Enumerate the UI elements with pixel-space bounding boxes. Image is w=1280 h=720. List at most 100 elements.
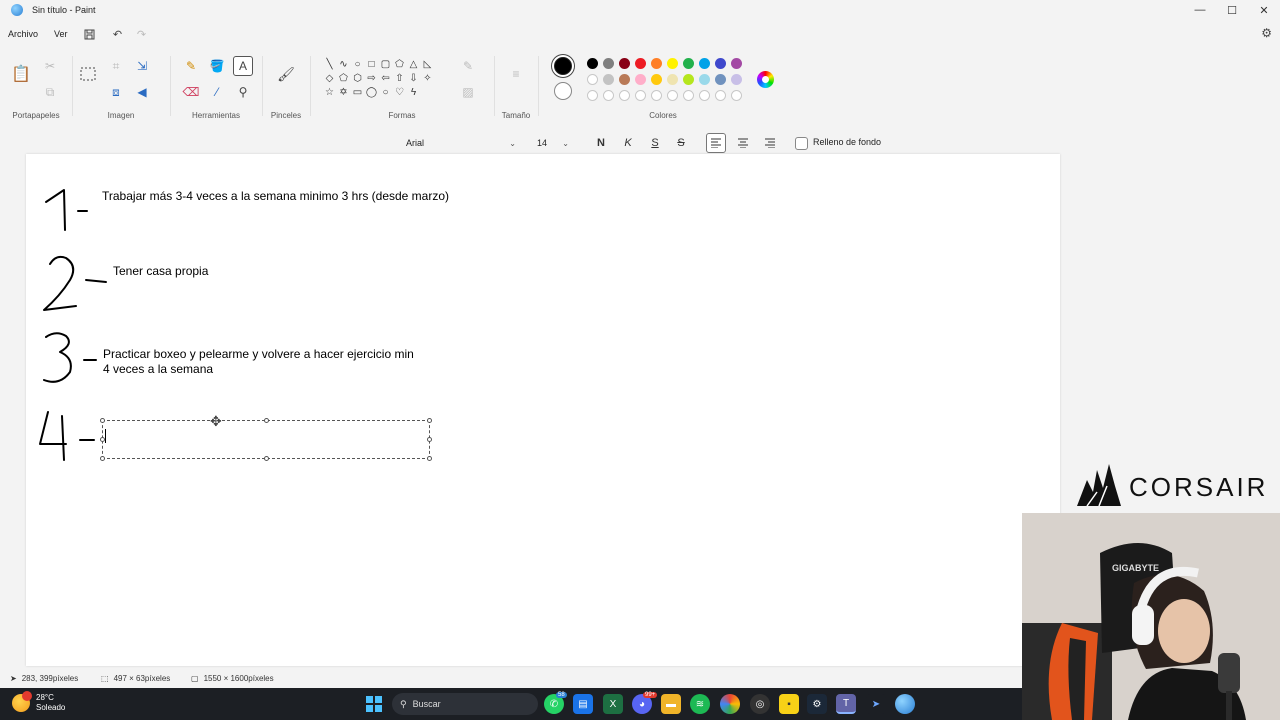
- color-swatch[interactable]: [603, 58, 614, 69]
- resize-icon[interactable]: ⇲: [132, 56, 152, 76]
- excel-icon[interactable]: X: [603, 694, 623, 714]
- align-right-button[interactable]: [760, 133, 780, 153]
- brush-icon[interactable]: 🖌: [276, 64, 296, 84]
- left-arrow-shape-icon[interactable]: ⇦: [379, 72, 392, 85]
- select-icon[interactable]: [78, 64, 98, 84]
- teams-icon[interactable]: T: [836, 694, 856, 714]
- color-swatch[interactable]: [587, 74, 598, 85]
- down-arrow-shape-icon[interactable]: ⇩: [407, 72, 420, 85]
- minimize-button[interactable]: —: [1184, 0, 1216, 20]
- color-swatch[interactable]: [603, 90, 614, 101]
- paste-icon[interactable]: 📋: [11, 64, 31, 84]
- obs-icon[interactable]: ◎: [750, 694, 770, 714]
- rectangle-shape-icon[interactable]: □: [365, 58, 378, 71]
- resize-handle[interactable]: [264, 456, 269, 461]
- copy-icon[interactable]: ⧉: [40, 82, 60, 102]
- color-swatch[interactable]: [651, 90, 662, 101]
- color-swatch[interactable]: [619, 90, 630, 101]
- rounded-rect-shape-icon[interactable]: ▢: [379, 58, 392, 71]
- menu-view[interactable]: Ver: [46, 29, 76, 39]
- resize-handle[interactable]: [427, 437, 432, 442]
- taskbar-search[interactable]: ⚲ Buscar: [392, 693, 538, 715]
- color-swatch[interactable]: [731, 90, 742, 101]
- oval-shape-icon[interactable]: ○: [351, 58, 364, 71]
- color-swatch[interactable]: [651, 74, 662, 85]
- hexagon-shape-icon[interactable]: ⬡: [351, 72, 364, 85]
- color-swatch[interactable]: [635, 90, 646, 101]
- resize-handle[interactable]: [100, 456, 105, 461]
- magnifier-icon[interactable]: ⚲: [233, 82, 253, 102]
- text-selection-box[interactable]: [100, 418, 432, 461]
- rotate-icon[interactable]: ◀: [132, 82, 152, 102]
- color-swatch[interactable]: [667, 74, 678, 85]
- redo-icon[interactable]: ↷: [134, 26, 150, 42]
- paint-taskbar-icon[interactable]: [895, 694, 915, 714]
- font-size-select[interactable]: 14 ⌄: [529, 133, 575, 153]
- resize-handle[interactable]: [264, 418, 269, 423]
- underline-button[interactable]: S: [645, 133, 665, 153]
- color-swatch[interactable]: [619, 58, 630, 69]
- secondary-color[interactable]: [554, 82, 572, 100]
- polygon-shape-icon[interactable]: ⬠: [393, 58, 406, 71]
- triangle-shape-icon[interactable]: △: [407, 58, 420, 71]
- color-swatch[interactable]: [699, 90, 710, 101]
- align-center-button[interactable]: [733, 133, 753, 153]
- eraser-icon[interactable]: ⌫: [181, 82, 201, 102]
- primary-color[interactable]: [554, 57, 572, 75]
- settings-icon[interactable]: ⚙: [1261, 26, 1272, 40]
- right-triangle-shape-icon[interactable]: ◺: [421, 58, 434, 71]
- oval-callout-shape-icon[interactable]: ◯: [365, 86, 378, 99]
- resize-handle[interactable]: [427, 418, 432, 423]
- strikethrough-button[interactable]: S: [671, 133, 691, 153]
- chrome-icon[interactable]: [720, 694, 740, 714]
- curve-shape-icon[interactable]: ∿: [337, 58, 350, 71]
- close-button[interactable]: ✕: [1248, 0, 1280, 20]
- app-icon[interactable]: ➤: [866, 694, 886, 714]
- move-icon[interactable]: ✥: [210, 413, 222, 430]
- color-swatch[interactable]: [667, 90, 678, 101]
- cut-icon[interactable]: ✂: [40, 56, 60, 76]
- color-swatch[interactable]: [731, 58, 742, 69]
- spotify-icon[interactable]: ≋: [690, 694, 710, 714]
- color-swatch[interactable]: [731, 74, 742, 85]
- diamond-shape-icon[interactable]: ◇: [323, 72, 336, 85]
- sticky-notes-icon[interactable]: ▪: [779, 694, 799, 714]
- line-shape-icon[interactable]: ╲: [323, 58, 336, 71]
- color-swatch[interactable]: [715, 74, 726, 85]
- steam-icon[interactable]: ⚙: [807, 694, 827, 714]
- text-tool-icon[interactable]: A: [233, 56, 253, 76]
- maximize-button[interactable]: ☐: [1216, 0, 1248, 20]
- resize-handle[interactable]: [427, 456, 432, 461]
- font-family-select[interactable]: Arial ⌄: [398, 133, 522, 153]
- background-fill-checkbox[interactable]: [795, 137, 808, 150]
- weather-widget[interactable]: 28°C Soleado: [12, 691, 65, 713]
- fill-icon[interactable]: 🪣: [207, 56, 227, 76]
- color-swatch[interactable]: [715, 58, 726, 69]
- up-arrow-shape-icon[interactable]: ⇧: [393, 72, 406, 85]
- cloud-callout-shape-icon[interactable]: ○: [379, 86, 392, 99]
- five-point-star-shape-icon[interactable]: ☆: [323, 86, 336, 99]
- color-swatch[interactable]: [635, 58, 646, 69]
- color-swatch[interactable]: [683, 90, 694, 101]
- pentagon-shape-icon[interactable]: ⬠: [337, 72, 350, 85]
- save-icon[interactable]: [82, 26, 98, 42]
- color-swatch[interactable]: [619, 74, 630, 85]
- menu-file[interactable]: Archivo: [0, 29, 46, 39]
- color-swatch[interactable]: [635, 74, 646, 85]
- notes-icon[interactable]: ▤: [573, 694, 593, 714]
- resize-handle[interactable]: [100, 418, 105, 423]
- flip-icon[interactable]: ⧈: [106, 82, 126, 102]
- color-swatch[interactable]: [715, 90, 726, 101]
- color-swatch[interactable]: [651, 58, 662, 69]
- color-swatch[interactable]: [683, 58, 694, 69]
- color-picker-icon[interactable]: ⁄: [207, 82, 227, 102]
- drawing-canvas[interactable]: Trabajar más 3-4 veces a la semana minim…: [26, 154, 1060, 666]
- windows-start-icon[interactable]: [364, 694, 384, 714]
- file-explorer-icon[interactable]: ▬: [661, 694, 681, 714]
- four-point-star-shape-icon[interactable]: ✧: [421, 72, 434, 85]
- lightning-shape-icon[interactable]: ϟ: [407, 86, 420, 99]
- right-arrow-shape-icon[interactable]: ⇨: [365, 72, 378, 85]
- color-swatch[interactable]: [699, 74, 710, 85]
- edit-colors-icon[interactable]: [757, 71, 774, 88]
- color-swatch[interactable]: [667, 58, 678, 69]
